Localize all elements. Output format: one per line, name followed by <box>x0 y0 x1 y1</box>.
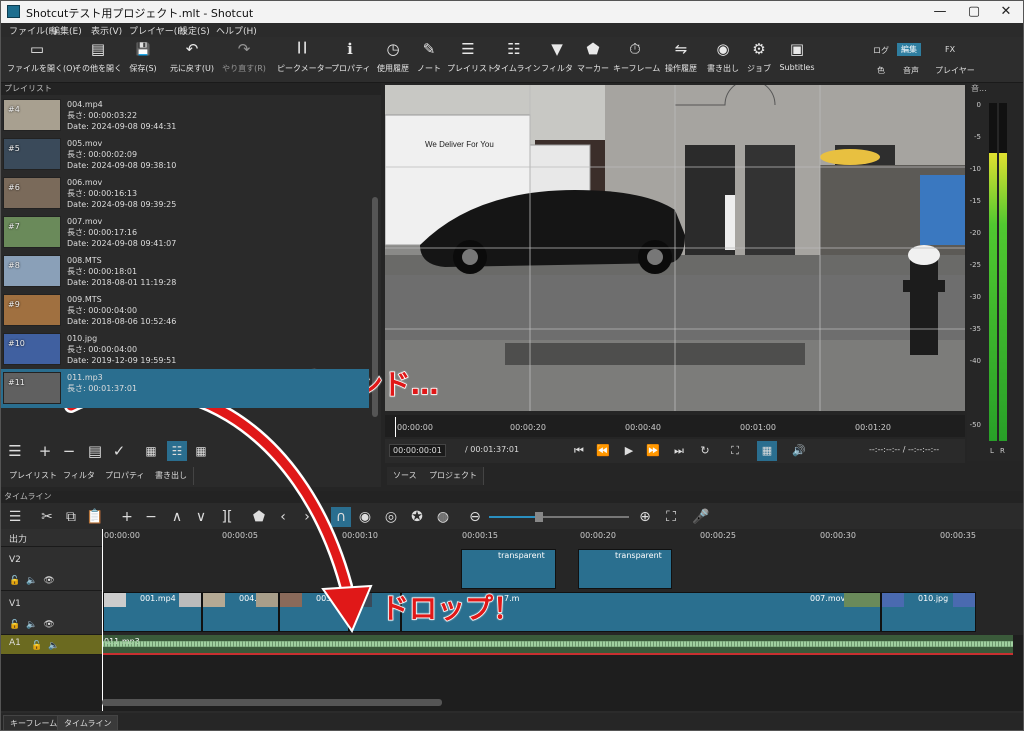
playlist-item-meta: 004.mp4 長さ: 00:00:03:22 Date: 2024-09-08 0… <box>67 99 176 132</box>
playlist-item[interactable]: #7 007.mov 長さ: 00:00:17:16 Date: 2024-09-08… <box>1 213 369 252</box>
playlist-item[interactable]: #5 005.mov 長さ: 00:00:02:09 Date: 2024-09-08… <box>1 135 369 174</box>
playlist-item-name: 007.mov <box>67 217 103 226</box>
playlist-item-meta: 008.MTS 長さ: 00:00:18:01 Date: 2018-08-01 1… <box>67 255 176 288</box>
playlist-item-meta: 007.mov 長さ: 00:00:17:16 Date: 2024-09-08 0… <box>67 216 176 249</box>
playlist-item-date: Date: 2024-09-08 09:39:25 <box>67 200 177 209</box>
playlist-item-number: #10 <box>8 339 25 348</box>
playlist-item-name: 008.MTS <box>67 256 102 265</box>
playlist-item-number: #5 <box>8 144 20 153</box>
playlist-thumbnail: #9 <box>3 294 61 326</box>
playlist-thumbnail: #10 <box>3 333 61 365</box>
playlist-item-date: Date: 2024-09-08 09:38:10 <box>67 161 177 170</box>
playlist-thumbnail: #5 <box>3 138 61 170</box>
playlist-item-length: 長さ: 00:00:18:01 <box>67 267 138 276</box>
playlist-item-date: Date: 2018-08-01 11:19:28 <box>67 278 177 287</box>
playlist-item-length: 長さ: 00:00:04:00 <box>67 306 138 315</box>
playlist-item-length: 長さ: 00:00:02:09 <box>67 150 138 159</box>
playlist-item-name: 011.mp3 <box>67 373 103 382</box>
playlist-item-number: #9 <box>8 300 20 309</box>
playlist-item-name: 009.MTS <box>67 295 102 304</box>
playlist-item-number: #6 <box>8 183 20 192</box>
playlist-item-length: 長さ: 00:00:04:00 <box>67 345 138 354</box>
playlist-item-name: 005.mov <box>67 139 103 148</box>
playlist-item-name: 006.mov <box>67 178 103 187</box>
playlist-item-meta: 010.jpg 長さ: 00:00:04:00 Date: 2019-12-09 1… <box>67 333 176 366</box>
playlist-item-name: 010.jpg <box>67 334 98 343</box>
playlist-item-length: 長さ: 00:00:17:16 <box>67 228 138 237</box>
annotation-drop: ドロップ！ <box>380 591 522 626</box>
playlist-item[interactable]: #8 008.MTS 長さ: 00:00:18:01 Date: 2018-08-01… <box>1 252 369 291</box>
playlist-item-length: 長さ: 00:00:16:13 <box>67 189 138 198</box>
playlist-item[interactable]: #11 011.mp3 長さ: 00:01:37:01 <box>1 369 369 408</box>
playlist-item-length: 長さ: 00:00:03:22 <box>67 111 138 120</box>
shotcut-window: Shotcutテスト用プロジェクト.mlt - Shotcut — ▢ ✕ ファ… <box>0 0 1024 731</box>
playlist-item-meta: 005.mov 長さ: 00:00:02:09 Date: 2024-09-08 0… <box>67 138 176 171</box>
playlist-item[interactable]: #10 010.jpg 長さ: 00:00:04:00 Date: 2019-12-0… <box>1 330 369 369</box>
playlist-item[interactable]: #6 006.mov 長さ: 00:00:16:13 Date: 2024-09-08… <box>1 174 369 213</box>
playlist-item-date: Date: 2019-12-09 19:59:51 <box>67 356 177 365</box>
playlist-thumbnail: #11 <box>3 372 61 404</box>
playlist-item[interactable]: #9 009.MTS 長さ: 00:00:04:00 Date: 2018-08-06… <box>1 291 369 330</box>
playlist-item[interactable]: #4 004.mp4 長さ: 00:00:03:22 Date: 2024-09-08… <box>1 96 369 135</box>
playlist-item-length: 長さ: 00:01:37:01 <box>67 384 138 393</box>
playlist-item-date: Date: 2024-09-08 09:44:31 <box>67 122 177 131</box>
playlist-thumbnail: #8 <box>3 255 61 287</box>
playlist-item-number: #8 <box>8 261 20 270</box>
playlist-item-meta: 009.MTS 長さ: 00:00:04:00 Date: 2018-08-06 1… <box>67 294 176 327</box>
playlist-item-name: 004.mp4 <box>67 100 103 109</box>
playlist-thumbnail: #7 <box>3 216 61 248</box>
playlist-item-date: Date: 2024-09-08 09:41:07 <box>67 239 177 248</box>
playlist-item-meta: 006.mov 長さ: 00:00:16:13 Date: 2024-09-08 0… <box>67 177 176 210</box>
playlist-item-meta: 011.mp3 長さ: 00:01:37:01 <box>67 372 137 394</box>
playlist-item-number: #7 <box>8 222 20 231</box>
playlist-item-date: Date: 2018-08-06 10:52:46 <box>67 317 177 326</box>
playlist-item-number: #11 <box>8 378 25 387</box>
playlist-item-number: #4 <box>8 105 20 114</box>
playlist-thumbnail: #6 <box>3 177 61 209</box>
playlist-thumbnail: #4 <box>3 99 61 131</box>
